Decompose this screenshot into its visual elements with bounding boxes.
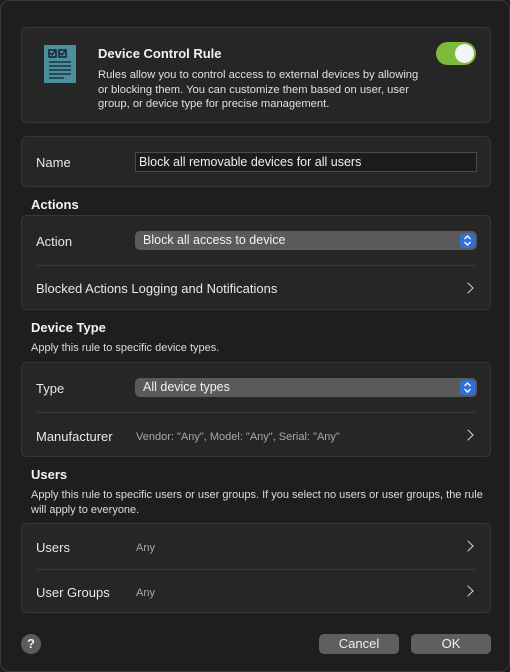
rule-description: Rules allow you to control access to ext…	[98, 69, 419, 110]
user-groups-label: User Groups	[36, 585, 110, 600]
device-type-card: Type All device types Manufacturer Vendo…	[21, 362, 491, 457]
user-groups-row[interactable]: User Groups Any	[22, 570, 490, 613]
document-list-icon	[44, 45, 76, 83]
logging-notifications-row[interactable]: Blocked Actions Logging and Notification…	[22, 266, 490, 310]
action-popup-value: Block all access to device	[143, 233, 286, 247]
name-label: Name	[36, 155, 71, 170]
users-card: Users Any User Groups Any	[21, 523, 491, 613]
rule-enabled-toggle[interactable]	[436, 42, 476, 65]
logging-notifications-label: Blocked Actions Logging and Notification…	[36, 281, 278, 296]
chevron-right-icon	[462, 585, 474, 597]
manufacturer-label: Manufacturer	[36, 429, 113, 444]
manufacturer-value: Vendor: "Any", Model: "Any", Serial: "An…	[136, 431, 340, 443]
device-control-rule-dialog: Device Control Rule Rules allow you to c…	[0, 0, 510, 672]
actions-card: Action Block all access to device Blocke…	[21, 215, 491, 310]
device-type-description: Apply this rule to specific device types…	[31, 342, 220, 354]
chevron-right-icon	[462, 282, 474, 294]
users-row[interactable]: Users Any	[22, 524, 490, 569]
user-groups-value: Any	[136, 587, 155, 599]
name-field[interactable]: Block all removable devices for all user…	[135, 152, 477, 172]
manufacturer-row[interactable]: Manufacturer Vendor: "Any", Model: "Any"…	[22, 413, 490, 457]
action-popup[interactable]: Block all access to device	[135, 231, 477, 250]
type-label: Type	[36, 381, 65, 396]
rule-title: Device Control Rule	[98, 46, 222, 61]
name-card: Name Block all removable devices for all…	[21, 136, 491, 187]
action-label: Action	[36, 234, 73, 249]
up-down-arrows-icon	[460, 380, 475, 395]
rule-header-card: Device Control Rule Rules allow you to c…	[21, 27, 491, 123]
users-section-title: Users	[31, 467, 68, 482]
users-value: Any	[136, 542, 155, 554]
users-label: Users	[36, 540, 70, 555]
cancel-button[interactable]: Cancel	[319, 634, 399, 654]
up-down-arrows-icon	[460, 233, 475, 248]
chevron-right-icon	[462, 540, 474, 552]
device-type-popup[interactable]: All device types	[135, 378, 477, 397]
device-type-popup-value: All device types	[143, 380, 230, 394]
actions-section-title: Actions	[31, 197, 79, 212]
help-button[interactable]: ?	[21, 634, 41, 654]
chevron-right-icon	[462, 429, 474, 441]
device-type-section-title: Device Type	[31, 320, 106, 335]
users-description: Apply this rule to specific users or use…	[31, 489, 483, 516]
ok-button[interactable]: OK	[411, 634, 491, 654]
toggle-knob	[455, 44, 474, 63]
